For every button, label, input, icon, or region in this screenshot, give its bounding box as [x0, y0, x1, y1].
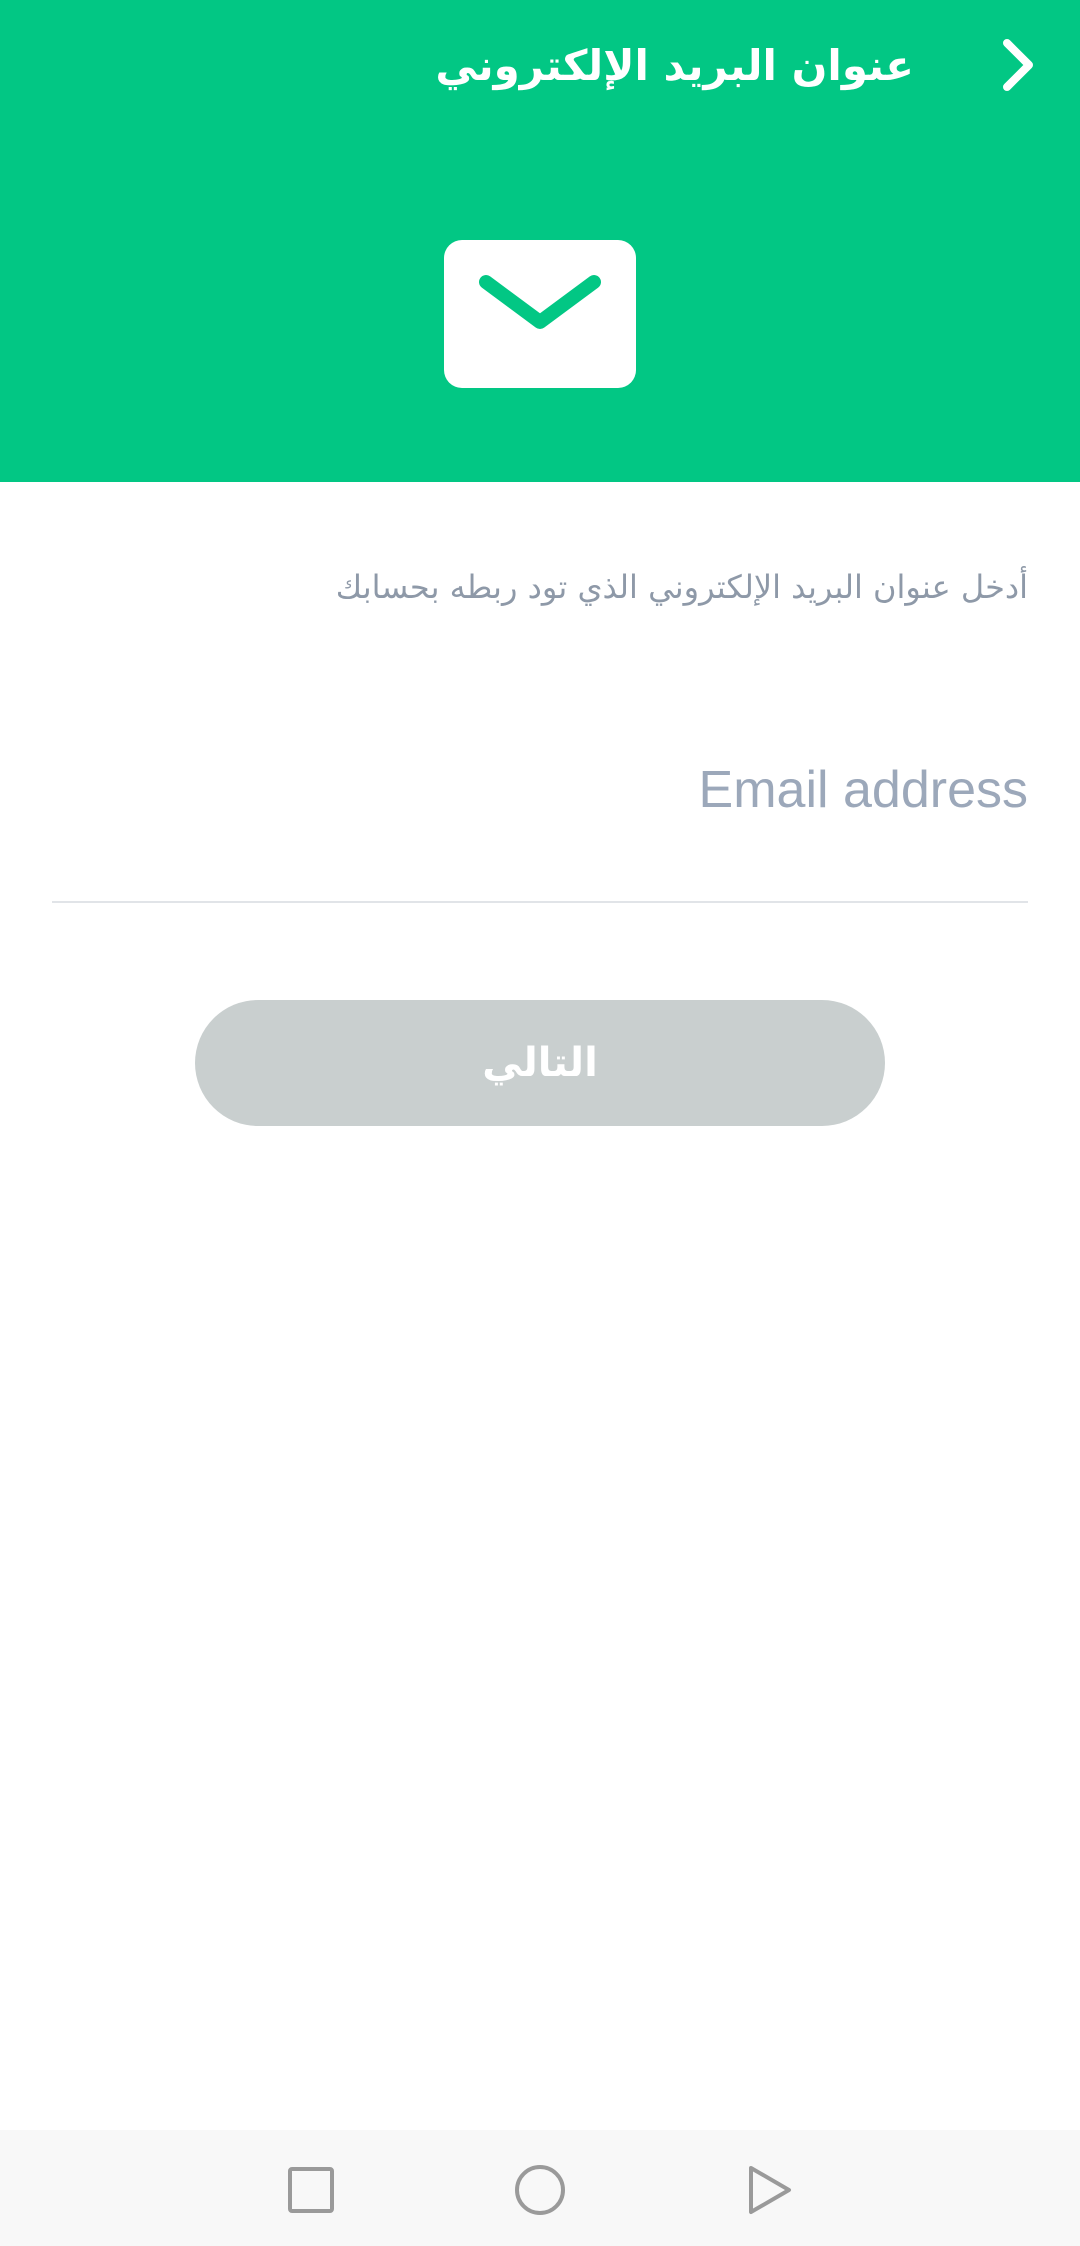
instruction-text: أدخل عنوان البريد الإلكتروني الذي تود رب… [335, 568, 1028, 606]
system-back-button[interactable] [730, 2150, 810, 2230]
home-button[interactable] [500, 2150, 580, 2230]
system-navbar [0, 2130, 1080, 2246]
recents-button[interactable] [271, 2150, 351, 2230]
back-button[interactable] [982, 30, 1052, 100]
page-title: عنوان البريد الإلكتروني [435, 40, 914, 90]
envelope-icon [444, 240, 636, 388]
next-button[interactable]: التالي [195, 1000, 885, 1126]
email-field-underline [52, 901, 1028, 903]
triangle-back-icon [749, 2166, 791, 2214]
chevron-right-icon [1003, 39, 1033, 91]
header: عنوان البريد الإلكتروني [0, 0, 1080, 482]
circle-icon [515, 2165, 565, 2215]
email-field[interactable] [52, 740, 1028, 840]
email-screen: عنوان البريد الإلكتروني أدخل عنوان البري… [0, 0, 1080, 2246]
square-icon [288, 2167, 334, 2213]
